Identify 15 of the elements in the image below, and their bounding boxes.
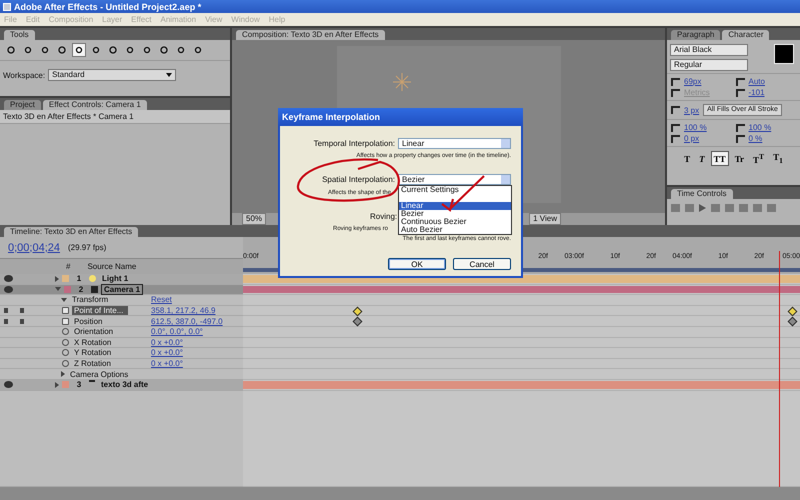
column-header: Source Name <box>87 262 136 272</box>
dialog-title: Keyframe Interpolation <box>278 108 523 126</box>
frame-rate-text: (29.97 fps) <box>68 243 106 252</box>
field-label: Roving: <box>370 212 398 220</box>
workspace-label: Workspace: <box>3 70 46 80</box>
window-title: Adobe After Effects - Untitled Project2.aep * <box>14 2 202 12</box>
layer-number: 1 <box>76 274 82 284</box>
property-group-name: Transform <box>71 295 110 304</box>
property-group-name: Camera Options <box>69 370 130 379</box>
field-label: Spatial Interpolation: <box>322 175 395 184</box>
layer-number: 2 <box>78 284 84 294</box>
field-label: Temporal Interpolation: <box>314 139 395 148</box>
layer-number: 3 <box>76 380 82 390</box>
column-header: # <box>66 262 70 272</box>
breadcrumb-text: Texto 3D en After Effects * Camera 1 <box>0 110 230 124</box>
